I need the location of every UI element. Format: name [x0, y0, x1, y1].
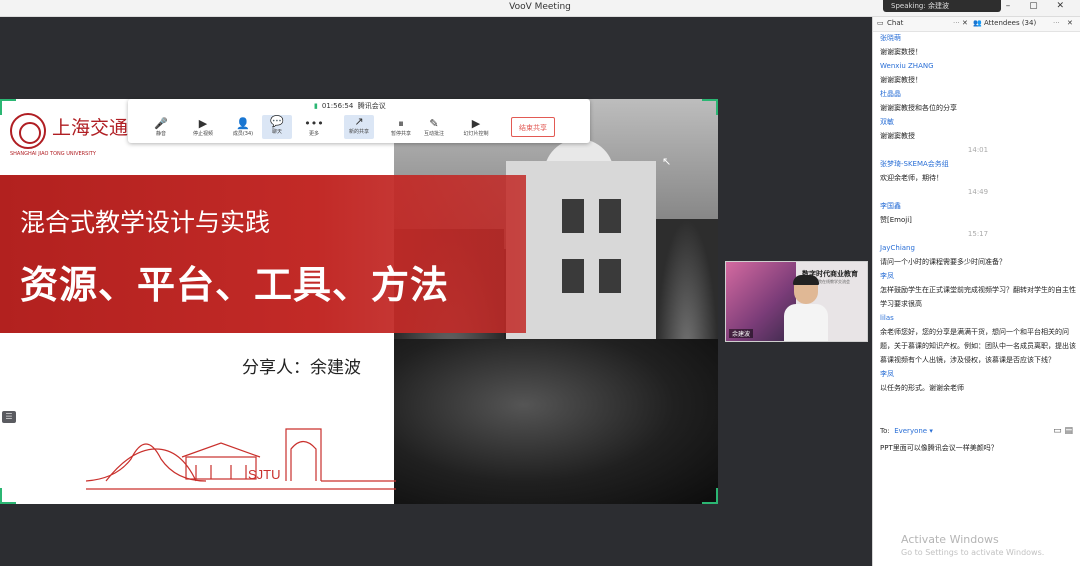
logo-english: SHANGHAI JIAO TONG UNIVERSITY — [10, 151, 96, 157]
recipient-selector[interactable]: To: Everyone ▾ — [880, 427, 933, 435]
annotate-button[interactable]: ✎ 互动批注 — [419, 117, 449, 137]
chat-message: 李国鑫赞[Emoji] — [880, 199, 1076, 227]
chat-icon: 💬 — [270, 115, 284, 128]
sender-name[interactable]: 李凤 — [880, 367, 1076, 381]
chat-bubble-icon: ▭ — [877, 19, 884, 27]
pause-icon: ⏸ — [398, 117, 404, 130]
window-controls[interactable]: – ▢ ✕ — [1006, 1, 1072, 11]
pause-share-button[interactable]: ⏸ 暂停共享 — [386, 117, 416, 137]
seal-icon — [10, 113, 46, 149]
meeting-toolbar: ▮ 01:56:54 腾讯会议 🎤 静音 ▶ 停止视频 👤 成员(34) 💬 聊天… — [128, 99, 590, 143]
slide-author: 分享人：余建波 — [242, 358, 361, 378]
more-icon[interactable]: ··· — [953, 19, 960, 27]
message-text: 谢谢窦教授！ — [880, 76, 922, 84]
share-frame-corner — [0, 488, 16, 504]
collapse-handle-icon[interactable]: ☰ — [2, 411, 16, 423]
clipboard-icon: ▤ — [1064, 426, 1073, 436]
message-text: 以任务的形式。谢谢余老师 — [880, 384, 964, 392]
chat-timestamp: 14:49 — [967, 188, 989, 196]
speaking-indicator: Speaking: 余建波 — [883, 0, 1001, 12]
sender-name[interactable]: 杜晶晶 — [880, 87, 1076, 101]
end-share-button[interactable]: 结束共享 — [511, 117, 555, 137]
message-text: 谢谢窦教授 — [880, 132, 915, 140]
share-icon: ↗ — [354, 115, 364, 128]
sender-name[interactable]: 双敏 — [880, 115, 1076, 129]
title-bar: VooV Meeting Speaking: 余建波 – ▢ ✕ — [0, 0, 1080, 17]
chat-timestamp: 15:17 — [967, 230, 989, 238]
chat-message: 张晓萌谢谢窦数授！ — [880, 31, 1076, 59]
message-text: 怎样鼓励学生在正式课堂前完成视频学习？翻转对学生的自主性学习要求很高 — [880, 286, 1076, 308]
close-icon[interactable]: ✕ — [1067, 19, 1073, 27]
chat-message: 杜晶晶谢谢窦教授和各位的分享 — [880, 87, 1076, 115]
chat-message: 李凤以任务的形式。谢谢余老师 — [880, 367, 1076, 395]
panel-tabs: ▭ Chat ··· ✕ 👥 Attendees (34) ··· ✕ — [873, 17, 1080, 32]
file-icon: ▭ — [1053, 426, 1062, 436]
chat-message: 双敏 谢谢窦教授 — [880, 115, 1076, 143]
people-icon: 👥 — [973, 19, 982, 27]
more-icon: ••• — [304, 117, 324, 130]
message-text: 谢谢窦数授！ — [880, 48, 922, 56]
message-text: 谢谢窦教授和各位的分享 — [880, 104, 957, 112]
chat-message: lilas 余老师您好，您的分享是满满干货，想问一个和平台相关的问题，关于慕课的知… — [880, 311, 1076, 367]
share-frame-corner — [0, 99, 16, 115]
camera-icon: ▶ — [198, 117, 208, 130]
message-text: 赞[Emoji] — [880, 216, 912, 224]
tab-chat[interactable]: Chat — [887, 19, 903, 27]
activation-watermark: Activate Windows — [901, 533, 999, 546]
activation-watermark-sub: Go to Settings to activate Windows. — [901, 548, 1045, 557]
speaker-name: 余建波 — [729, 329, 754, 338]
side-panel: ▭ Chat ··· ✕ 👥 Attendees (34) ··· ✕ 张晓萌谢… — [872, 17, 1080, 566]
sender-name[interactable]: Wenxiu ZHANG — [880, 59, 1076, 73]
pen-icon: ✎ — [429, 117, 439, 130]
campus-line-drawing: SJTU — [86, 428, 396, 490]
sjtu-mark: SJTU — [248, 467, 281, 482]
stop-video-button[interactable]: ▶ 停止视频 — [188, 117, 218, 137]
more-icon[interactable]: ··· — [1053, 19, 1060, 27]
speaker-video-tile[interactable]: 数字时代商业教育 全球商学院在线教学交流会 余建波 — [725, 261, 868, 342]
members-button[interactable]: 👤 成员(34) — [228, 117, 258, 137]
new-share-button[interactable]: ↗ 新的共享 — [344, 115, 374, 139]
share-frame-corner — [702, 99, 718, 115]
compose-tools[interactable]: ▭ ▤ — [1053, 426, 1073, 436]
meeting-timer: ▮ 01:56:54 腾讯会议 — [314, 102, 386, 110]
user-icon: 👤 — [236, 117, 250, 130]
sender-name[interactable]: 李凤 — [880, 269, 1076, 283]
speaker-video — [784, 275, 828, 341]
share-frame-corner — [702, 488, 718, 504]
chat-message: 张梦琦-SKEMA会务组欢迎余老师，期待！ — [880, 157, 1076, 185]
mouse-cursor-icon: ↖ — [662, 155, 672, 168]
sender-name[interactable]: 张晓萌 — [880, 31, 1076, 45]
sender-name[interactable]: JayChiang — [880, 241, 1076, 255]
slide-control-button[interactable]: ▶ 幻灯片控制 — [461, 117, 491, 137]
logo-text: 上海交通 — [52, 117, 129, 139]
sender-name[interactable]: 张梦琦-SKEMA会务组 — [880, 157, 1076, 171]
sender-name[interactable]: 李国鑫 — [880, 199, 1076, 213]
chat-button[interactable]: 💬 聊天 — [262, 115, 292, 139]
more-button[interactable]: ••• 更多 — [299, 117, 329, 137]
mute-button[interactable]: 🎤 静音 — [146, 117, 176, 137]
chat-message: JayChiang 请问一个小时的课程需要多少时间准备？ — [880, 241, 1076, 269]
chat-message: 李凤怎样鼓励学生在正式课堂前完成视频学习？翻转对学生的自主性学习要求很高 — [880, 269, 1076, 311]
message-text: 余老师您好，您的分享是满满干货，想问一个和平台相关的问题，关于慕课的知识产权。例… — [880, 328, 1076, 364]
play-icon: ▶ — [471, 117, 481, 130]
message-text: 请问一个小时的课程需要多少时间准备？ — [880, 258, 1006, 266]
slide-subtitle: 混合式教学设计与实践 — [20, 208, 271, 237]
chat-timestamp: 14:01 — [967, 146, 989, 154]
chat-message: Wenxiu ZHANG 谢谢窦教授！ — [880, 59, 1076, 87]
signal-icon: ▮ — [314, 102, 318, 110]
chat-input[interactable]: PPT里面可以像腾讯会议一样美颜吗？ — [880, 443, 998, 453]
microphone-icon: 🎤 — [154, 117, 168, 130]
message-text: 欢迎余老师，期待！ — [880, 174, 943, 182]
slide-title: 资源、平台、工具、方法 — [20, 263, 450, 307]
tab-attendees[interactable]: Attendees (34) — [984, 19, 1036, 27]
close-icon[interactable]: ✕ — [962, 19, 968, 27]
sender-name[interactable]: lilas — [880, 311, 1076, 325]
chat-message-list[interactable]: 张晓萌 谢谢窦数授！ Wenxiu ZHANG 谢谢窦教授！ 杜晶晶 谢谢窦教授和各位的分… — [880, 31, 1076, 395]
shared-slide: 上海交通 SHANGHAI JIAO TONG UNIVERSITY 混合式教学… — [0, 99, 718, 504]
